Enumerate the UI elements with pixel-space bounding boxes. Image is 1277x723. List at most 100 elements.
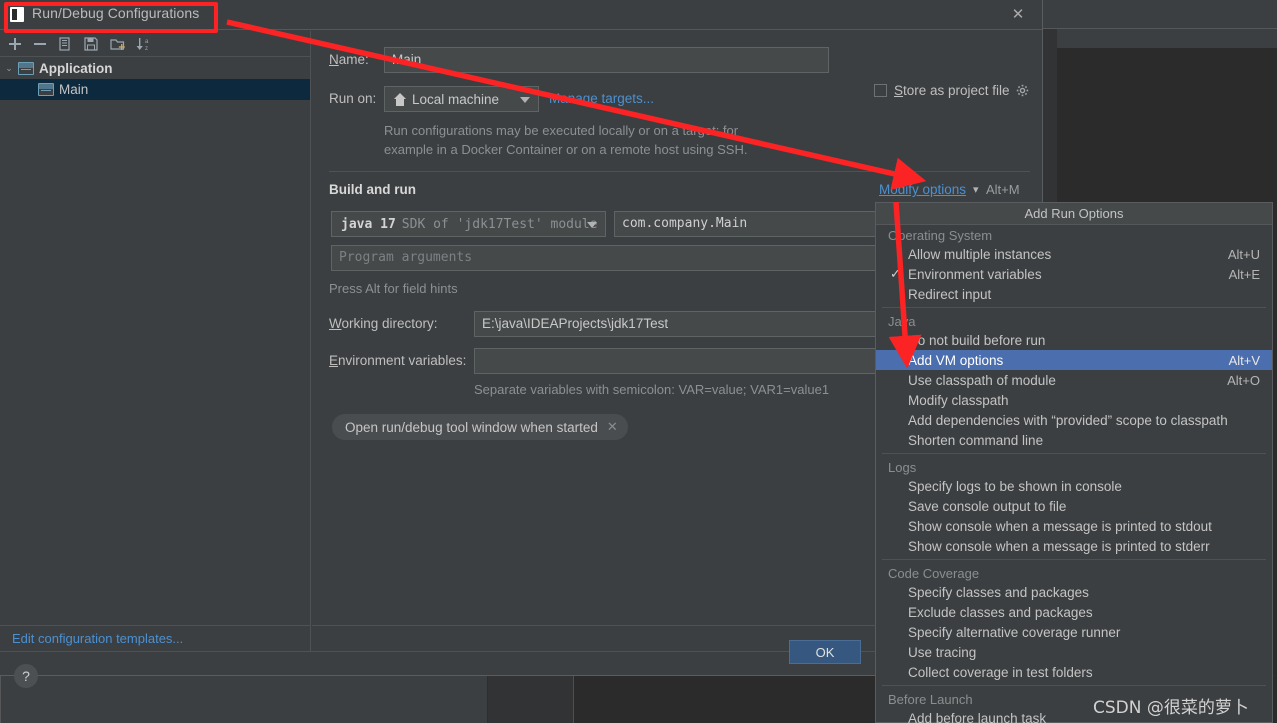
ok-button[interactable]: OK <box>789 640 861 664</box>
sort-configurations-button[interactable]: a z <box>133 35 155 53</box>
menu-item-label: Save console output to file <box>908 498 1067 514</box>
menu-item-label: Specify classes and packages <box>908 584 1089 600</box>
working-directory-label: Working directory: <box>329 316 438 331</box>
menu-separator <box>882 559 1266 560</box>
check-icon: ✓ <box>890 266 901 281</box>
menu-item-shortcut: Alt+U <box>1227 246 1260 262</box>
menu-item[interactable]: Add VM options Alt+V <box>876 350 1272 370</box>
store-as-project-file-checkbox[interactable]: Store as project file <box>874 83 1030 98</box>
menu-item[interactable]: Specify logs to be shown in console <box>876 476 1272 496</box>
menu-item[interactable]: Exclude classes and packages <box>876 602 1272 622</box>
tree-node-main[interactable]: Main <box>0 79 310 100</box>
sidebar-toolbar: a z <box>0 31 310 57</box>
menu-item-label: Show console when a message is printed t… <box>908 538 1210 554</box>
add-run-options-popup: Add Run Options Operating System Allow mu… <box>875 202 1273 723</box>
menu-item-label: Modify classpath <box>908 392 1009 408</box>
menu-item-shortcut: Alt+V <box>1228 352 1260 368</box>
name-label: Name: <box>329 52 369 67</box>
menu-item[interactable]: Specify classes and packages <box>876 582 1272 602</box>
menu-item-label: Use tracing <box>908 644 977 660</box>
chevron-down-icon[interactable] <box>587 222 597 228</box>
checkbox-box[interactable] <box>874 84 887 97</box>
menu-item-label: Specify logs to be shown in console <box>908 478 1122 494</box>
menu-item[interactable]: Show console when a message is printed t… <box>876 536 1272 556</box>
menu-item[interactable]: Allow multiple instances Alt+U <box>876 244 1272 264</box>
menu-group-title: Code Coverage <box>888 566 980 581</box>
run-config-icon <box>10 7 24 22</box>
run-on-hint-line-1: Run configurations may be executed local… <box>384 123 739 138</box>
chevron-down-icon[interactable]: ⌄ <box>0 63 18 74</box>
menu-separator <box>882 685 1266 686</box>
environment-variables-label: Environment variables: <box>329 353 467 368</box>
menu-item[interactable]: Use classpath of module Alt+O <box>876 370 1272 390</box>
run-on-label: Run on: <box>329 91 377 106</box>
run-on-value: Local machine <box>412 91 500 107</box>
menu-item[interactable]: Save console output to file <box>876 496 1272 516</box>
jre-select[interactable]: java 17 SDK of 'jdk17Test' module <box>331 211 606 237</box>
menu-item[interactable]: Add dependencies with “provided” scope t… <box>876 410 1272 430</box>
menu-item-label: Environment variables <box>908 266 1042 282</box>
menu-item[interactable]: Shorten command line <box>876 430 1272 450</box>
ide-background-toolbar <box>1043 0 1277 28</box>
open-tool-window-chip[interactable]: Open run/debug tool window when started … <box>332 414 628 440</box>
field-hints-note: Press Alt for field hints <box>329 281 458 296</box>
plus-icon <box>9 38 21 50</box>
edit-configuration-templates-row: Edit configuration templates... <box>0 625 311 651</box>
save-configuration-button[interactable] <box>80 35 102 53</box>
gear-glyph <box>1016 84 1028 96</box>
menu-item[interactable]: Redirect input <box>876 284 1272 304</box>
environment-variables-hint: Separate variables with semicolon: VAR=v… <box>474 382 830 397</box>
menu-group-title: Operating System <box>888 228 993 243</box>
folder-add-icon <box>110 39 125 50</box>
menu-item[interactable]: Specify alternative coverage runner <box>876 622 1272 642</box>
menu-item[interactable]: Use tracing <box>876 642 1272 662</box>
run-on-select[interactable]: Local machine <box>384 86 539 112</box>
help-button[interactable]: ? <box>14 664 38 688</box>
menu-item-label: Use classpath of module <box>908 372 1056 388</box>
menu-item-label: Allow multiple instances <box>908 246 1052 262</box>
modify-options-link[interactable]: Modify options <box>879 182 966 197</box>
menu-item-label: Shorten command line <box>908 432 1044 448</box>
menu-item[interactable]: ✓ Environment variables Alt+E <box>876 264 1272 284</box>
menu-item[interactable]: Collect coverage in test folders <box>876 662 1272 682</box>
new-folder-button[interactable] <box>107 35 129 53</box>
menu-item-label: Show console when a message is printed t… <box>908 518 1212 534</box>
save-icon <box>84 37 98 51</box>
tree-node-application[interactable]: ⌄ Application <box>0 58 310 79</box>
close-icon[interactable]: ✕ <box>607 419 618 435</box>
menu-separator <box>882 307 1266 308</box>
copy-icon <box>59 37 70 51</box>
menu-item[interactable]: Show console when a message is printed t… <box>876 516 1272 536</box>
gear-icon[interactable] <box>1016 84 1030 98</box>
section-divider <box>329 171 1030 172</box>
modify-options-chevron[interactable]: ▾ <box>973 183 979 196</box>
copy-configuration-button[interactable] <box>54 35 76 53</box>
add-button[interactable] <box>4 35 26 53</box>
popup-title: Add Run Options <box>876 203 1272 225</box>
menu-item-label: Specify alternative coverage runner <box>908 624 1121 640</box>
sort-az-icon: a z <box>136 38 149 52</box>
name-input[interactable]: Main <box>384 47 829 73</box>
menu-item-label: Collect coverage in test folders <box>908 664 1093 680</box>
chevron-down-icon[interactable] <box>520 97 530 103</box>
menu-item[interactable]: Do not build before run <box>876 330 1272 350</box>
run-on-hint-line-2: example in a Docker Container or on a re… <box>384 142 748 157</box>
close-icon[interactable]: ✕ <box>1008 5 1028 25</box>
menu-item-shortcut: Alt+E <box>1228 266 1260 282</box>
modify-options-shortcut: Alt+M <box>986 182 1020 197</box>
minus-icon <box>34 43 46 45</box>
menu-item-label: Add VM options <box>908 352 1004 368</box>
popup-items-container: Operating System Allow multiple instances… <box>876 225 1272 723</box>
manage-targets-link[interactable]: Manage targets... <box>549 91 654 106</box>
application-icon <box>18 62 34 75</box>
menu-item[interactable]: Modify classpath <box>876 390 1272 410</box>
menu-separator <box>882 453 1266 454</box>
edit-configuration-templates-link[interactable]: Edit configuration templates... <box>12 631 183 646</box>
watermark: CSDN @很菜的萝卜 <box>1093 698 1249 718</box>
store-as-project-file-label: Store as project file <box>894 83 1010 98</box>
remove-button[interactable] <box>29 35 51 53</box>
home-icon <box>393 92 407 106</box>
menu-item-label: Add before launch task <box>908 710 1047 723</box>
configurations-sidebar: a z ⌄ Application Main <box>0 31 311 625</box>
menu-item-label: Do not build before run <box>908 332 1046 348</box>
